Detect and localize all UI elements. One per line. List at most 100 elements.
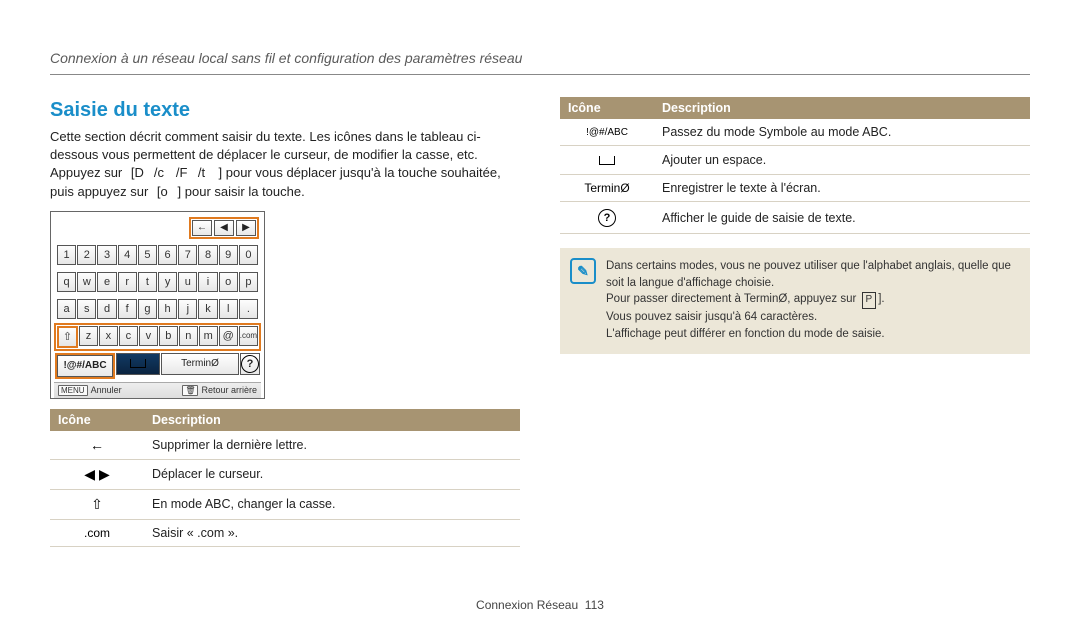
kbd-backspace-icon: ←: [192, 220, 212, 236]
kbd-key: f: [118, 299, 137, 319]
th-icon: Icône: [50, 409, 144, 431]
kbd-key: 7: [178, 245, 197, 265]
kbd-top-row: ← ◀ ▶: [54, 215, 261, 242]
kbd-key: 5: [138, 245, 157, 265]
table-row: TerminØ Enregistrer le texte à l'écran.: [560, 175, 1030, 202]
kbd-help-key: ?: [240, 353, 260, 375]
table-row: Ajouter un espace.: [560, 146, 1030, 175]
menu-button-icon: MENU: [58, 385, 88, 396]
note-text: ].: [878, 293, 884, 305]
kbd-key: x: [99, 326, 118, 346]
section-title: Saisie du texte: [50, 99, 520, 122]
shift-icon: ⇧: [91, 496, 103, 512]
note-line: L'affichage peut différer en fonction du…: [606, 326, 1018, 343]
td-desc: En mode ABC, changer la casse.: [144, 489, 520, 519]
kbd-key: n: [179, 326, 198, 346]
note-line: Dans certains modes, vous ne pouvez util…: [606, 258, 1018, 291]
kbd-key: l: [219, 299, 238, 319]
table-row: .com Saisir « .com ».: [50, 519, 520, 546]
kbd-key: m: [199, 326, 218, 346]
mode-switch-icon: !@#/ABC: [586, 127, 628, 138]
kbd-key: b: [159, 326, 178, 346]
arrow-left-icon: ←: [90, 437, 104, 453]
kbd-key: k: [198, 299, 217, 319]
kbd-bottom-row: !@#/ABC TerminØ ?: [54, 352, 261, 380]
divider: [50, 74, 1030, 75]
table-row: ? Afficher le guide de saisie de texte.: [560, 202, 1030, 234]
kbd-row-2: q w e r t y u i o p: [54, 269, 261, 295]
kbd-key: z: [79, 326, 98, 346]
td-desc: Afficher le guide de saisie de texte.: [654, 202, 1030, 234]
th-desc: Description: [144, 409, 520, 431]
footer-page-number: 113: [585, 598, 604, 612]
kbd-key: 9: [219, 245, 238, 265]
kbd-key: a: [57, 299, 76, 319]
kbd-key: u: [178, 272, 197, 292]
kbd-key: r: [118, 272, 137, 292]
td-desc: Supprimer la dernière lettre.: [144, 431, 520, 460]
kbd-row-3: a s d f g h j k l .: [54, 296, 261, 322]
table-row: ← Supprimer la dernière lettre.: [50, 431, 520, 460]
th-icon: Icône: [560, 97, 654, 119]
icon-table-right: Icône Description !@#/ABC Passez du mode…: [560, 97, 1030, 234]
note-box: ✎ Dans certains modes, vous ne pouvez ut…: [560, 248, 1030, 354]
td-desc: Saisir « .com ».: [144, 519, 520, 546]
kbd-key: h: [158, 299, 177, 319]
space-icon: [130, 359, 146, 368]
kbd-row-1: 1 2 3 4 5 6 7 8 9 0: [54, 242, 261, 268]
trash-icon: 🗑: [182, 385, 198, 396]
td-desc: Ajouter un espace.: [654, 146, 1030, 175]
kbd-key: s: [77, 299, 96, 319]
kbd-key: 3: [97, 245, 116, 265]
kbd-key: t: [138, 272, 157, 292]
note-icon: ✎: [570, 258, 596, 284]
page-footer: Connexion Réseau 113: [0, 598, 1080, 612]
intro-text: Cette section décrit comment saisir du t…: [50, 128, 520, 201]
note-content: Dans certains modes, vous ne pouvez util…: [606, 258, 1018, 342]
kbd-key: @: [219, 326, 238, 346]
onscreen-keyboard: ← ◀ ▶ 1 2 3 4 5 6 7 8 9 0: [50, 211, 265, 399]
kbd-key: 2: [77, 245, 96, 265]
table-row: !@#/ABC Passez du mode Symbole au mode A…: [560, 119, 1030, 146]
kbd-key: o: [219, 272, 238, 292]
kbd-space-key: [116, 353, 160, 375]
kbd-key: i: [198, 272, 217, 292]
kbd-left-icon: ◀: [214, 220, 234, 236]
footer-section: Connexion Réseau: [476, 598, 578, 612]
kbd-footer-back: Retour arrière: [201, 385, 257, 395]
kbd-key: v: [139, 326, 158, 346]
fn-key-icon: P: [862, 292, 877, 309]
td-desc: Passez du mode Symbole au mode ABC.: [654, 119, 1030, 146]
note-line: Pour passer directement à TerminØ, appuy…: [606, 291, 1018, 309]
note-line: Vous pouvez saisir jusqu'à 64 caractères…: [606, 309, 1018, 326]
key-c: /c: [150, 164, 170, 182]
table-row: ⇧ En mode ABC, changer la casse.: [50, 489, 520, 519]
dotcom-icon: .com: [84, 526, 110, 540]
breadcrumb: Connexion à un réseau local sans fil et …: [50, 50, 1030, 66]
key-t: /t: [194, 164, 214, 182]
kbd-key: e: [97, 272, 116, 292]
intro-d: ] pour saisir la touche.: [178, 184, 305, 199]
arrows-lr-icon: ◀ ▶: [84, 466, 109, 482]
td-desc: Déplacer le curseur.: [144, 459, 520, 489]
kbd-mode-key: !@#/ABC: [57, 355, 113, 377]
done-icon: TerminØ: [584, 181, 629, 195]
key-d: [D: [127, 164, 148, 182]
key-f: /F: [172, 164, 192, 182]
question-icon: ?: [241, 355, 259, 373]
question-icon: ?: [598, 209, 616, 227]
kbd-shift-icon: ⇧: [57, 326, 78, 348]
icon-table-left: Icône Description ← Supprimer la dernièr…: [50, 409, 520, 547]
kbd-footer: MENUAnnuler 🗑Retour arrière: [54, 382, 261, 398]
kbd-key: j: [178, 299, 197, 319]
th-desc: Description: [654, 97, 1030, 119]
kbd-key: 8: [198, 245, 217, 265]
kbd-done-key: TerminØ: [161, 353, 239, 375]
kbd-right-icon: ▶: [236, 220, 256, 236]
td-desc: Enregistrer le texte à l'écran.: [654, 175, 1030, 202]
kbd-key: 1: [57, 245, 76, 265]
kbd-key: 6: [158, 245, 177, 265]
kbd-key: d: [97, 299, 116, 319]
kbd-key: y: [158, 272, 177, 292]
key-o: [o: [153, 183, 173, 201]
